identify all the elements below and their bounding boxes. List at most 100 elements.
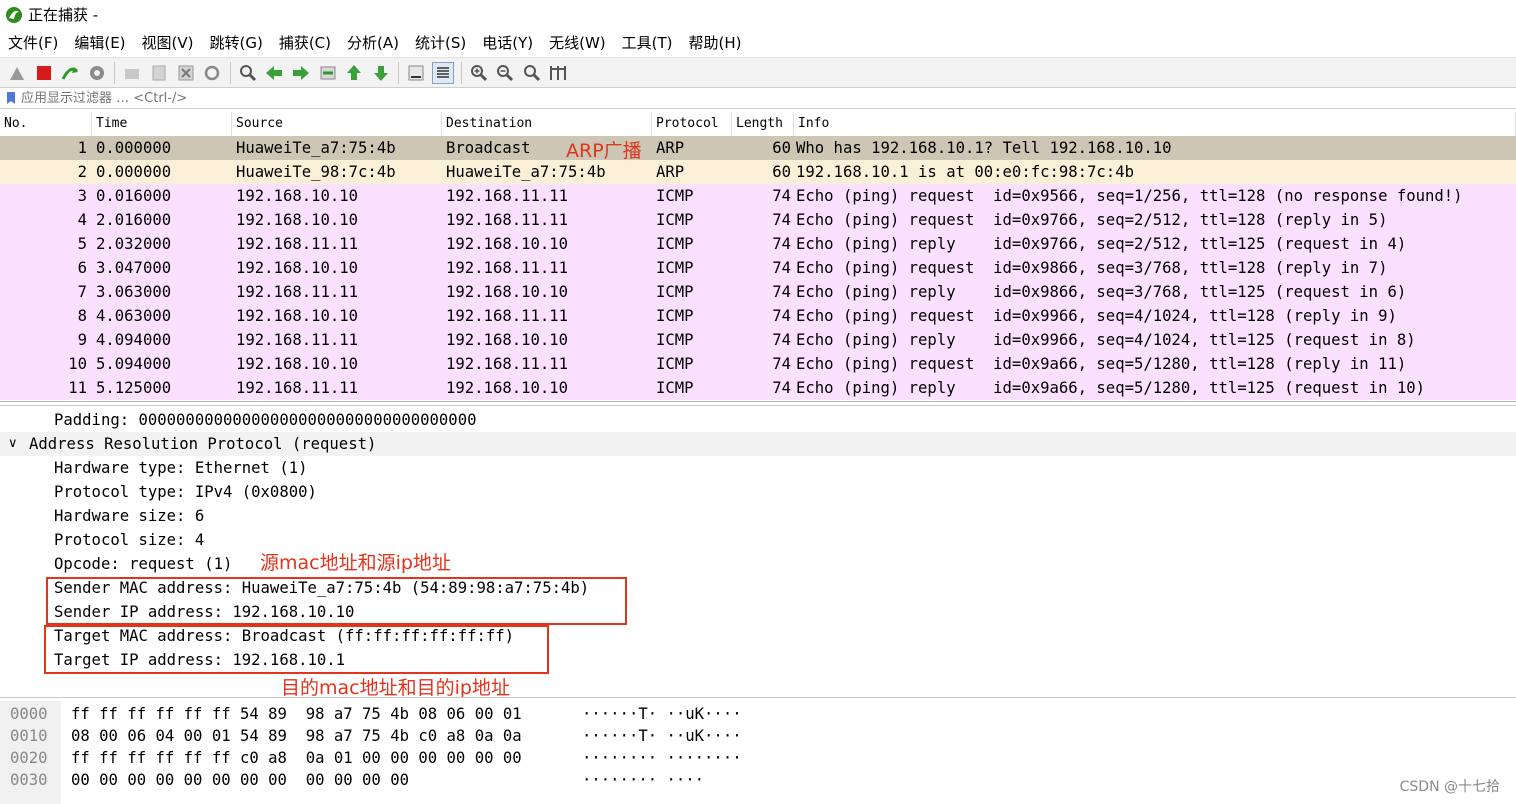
packet-row[interactable]: 2 0.000000 HuaweiTe_98:7c:4b HuaweiTe_a7:75… <box>0 160 1516 184</box>
save-button[interactable] <box>148 62 170 84</box>
packet-time: 5.125000 <box>96 379 172 397</box>
destination-annotation: 目的mac地址和目的ip地址 <box>281 677 510 698</box>
toolbar-separator <box>229 61 231 84</box>
detail-field[interactable]: Protocol size: 4 <box>0 528 1516 552</box>
packet-src: 192.168.11.11 <box>236 331 359 349</box>
packet-row[interactable]: 3 0.016000 192.168.10.10 192.168.11.11 ICMP 7… <box>0 184 1516 208</box>
menu-item-8[interactable]: 无线(W) <box>541 29 614 57</box>
menu-item-1[interactable]: 编辑(E) <box>66 29 133 57</box>
packet-info: Echo (ping) reply id=0x9866, seq=3/768, … <box>796 283 1407 301</box>
zoom-normal-icon <box>523 64 540 81</box>
column-header-destination[interactable]: Destination <box>442 112 652 136</box>
packet-time: 2.032000 <box>96 235 172 253</box>
packet-row[interactable]: 7 3.063000 192.168.11.11 192.168.10.10 ICMP 7… <box>0 280 1516 304</box>
column-header-length[interactable]: Length <box>732 112 794 136</box>
detail-tree-arp[interactable]: ∨ Address Resolution Protocol (request) <box>0 432 1516 456</box>
column-header-no[interactable]: No. <box>0 112 92 136</box>
packet-len: 74 <box>772 283 791 301</box>
packet-row[interactable]: 1 0.000000 HuaweiTe_a7:75:4b Broadcast ARP 60… <box>0 136 1516 160</box>
packet-proto: ICMP <box>656 307 694 325</box>
menu-item-6[interactable]: 统计(S) <box>407 29 474 57</box>
packet-info: Echo (ping) reply id=0x9a66, seq=5/1280,… <box>796 379 1426 397</box>
packet-row[interactable]: 9 4.094000 192.168.11.11 192.168.10.10 ICMP 7… <box>0 328 1516 352</box>
menu-item-9[interactable]: 工具(T) <box>614 29 681 57</box>
find-button[interactable] <box>237 62 259 84</box>
menu-item-5[interactable]: 分析(A) <box>339 29 407 57</box>
packet-row[interactable]: 11 5.125000 192.168.11.11 192.168.10.10 ICMP… <box>0 376 1516 400</box>
restart-button[interactable] <box>59 62 81 84</box>
column-header-time[interactable]: Time <box>92 112 232 136</box>
hex-bytes: ff ff ff ff ff ff 54 89 98 a7 75 4b 08 0… <box>71 705 522 723</box>
watermark: CSDN @十七拾 <box>1399 779 1500 795</box>
forward-button[interactable] <box>290 62 312 84</box>
hex-row[interactable]: 0010 08 00 06 04 00 01 54 89 98 a7 75 4b … <box>0 725 1516 747</box>
packet-len: 74 <box>772 211 791 229</box>
hex-bytes: 00 00 00 00 00 00 00 00 00 00 00 00 <box>71 771 409 789</box>
close-button[interactable] <box>175 62 197 84</box>
zoom-out-button[interactable] <box>494 62 516 84</box>
hex-offset: 0030 <box>10 771 48 789</box>
packet-row[interactable]: 6 3.047000 192.168.10.10 192.168.11.11 ICMP 7… <box>0 256 1516 280</box>
detail-field[interactable]: Protocol type: IPv4 (0x0800) <box>0 480 1516 504</box>
packet-info: Echo (ping) reply id=0x9966, seq=4/1024,… <box>796 331 1416 349</box>
hex-bytes: ff ff ff ff ff ff c0 a8 0a 01 00 00 00 0… <box>71 749 522 767</box>
bookmark-icon[interactable] <box>5 91 17 105</box>
zoom-in-button[interactable] <box>468 62 490 84</box>
column-header-info[interactable]: Info <box>794 112 1516 136</box>
packet-row[interactable]: 10 5.094000 192.168.10.10 192.168.11.11 ICMP… <box>0 352 1516 376</box>
hex-row[interactable]: 0030 00 00 00 00 00 00 00 00 00 00 00 00 ·… <box>0 769 1516 791</box>
menu-item-4[interactable]: 捕获(C) <box>271 29 339 57</box>
fin-button[interactable] <box>6 62 28 84</box>
goto-button[interactable] <box>317 62 339 84</box>
packet-no: 1 <box>77 139 87 157</box>
packet-row[interactable]: 8 4.063000 192.168.10.10 192.168.11.11 ICMP 7… <box>0 304 1516 328</box>
hex-ascii: ······T· ··uK···· <box>582 727 742 745</box>
packet-dst: 192.168.10.10 <box>446 379 569 397</box>
hex-ascii: ······T· ··uK···· <box>582 705 742 723</box>
detail-field[interactable]: Hardware type: Ethernet (1) <box>0 456 1516 480</box>
menu-item-3[interactable]: 跳转(G) <box>202 29 271 57</box>
source-annotation: 源mac地址和源ip地址 <box>260 552 451 574</box>
packet-info: Echo (ping) request id=0x9566, seq=1/256… <box>796 187 1463 205</box>
first-button[interactable] <box>343 62 365 84</box>
last-button[interactable] <box>370 62 392 84</box>
packet-dst: 192.168.11.11 <box>446 259 569 277</box>
colorize-button[interactable] <box>431 61 454 84</box>
detail-field[interactable]: Padding: 0000000000000000000000000000000… <box>0 408 1516 432</box>
packet-len: 74 <box>772 355 791 373</box>
detail-field[interactable]: Opcode: request (1) <box>0 552 1516 576</box>
packet-len: 60 <box>772 139 791 157</box>
expand-chevron-icon[interactable]: ∨ <box>8 432 18 456</box>
zoom-in-icon <box>470 64 487 81</box>
packet-dst: 192.168.11.11 <box>446 307 569 325</box>
menu-item-2[interactable]: 视图(V) <box>134 29 202 57</box>
menu-item-10[interactable]: 帮助(H) <box>681 29 750 57</box>
resize-columns-button[interactable] <box>547 62 569 84</box>
hex-row[interactable]: 0000 ff ff ff ff ff ff 54 89 98 a7 75 4b … <box>0 703 1516 725</box>
reload-button[interactable] <box>201 62 223 84</box>
menu-item-7[interactable]: 电话(Y) <box>474 29 541 57</box>
hex-ascii: ········ ···· <box>582 771 705 789</box>
packet-dst: 192.168.11.11 <box>446 355 569 373</box>
detail-field[interactable]: Hardware size: 6 <box>0 504 1516 528</box>
open-button[interactable] <box>121 62 143 84</box>
hex-row[interactable]: 0020 ff ff ff ff ff ff c0 a8 0a 01 00 00 … <box>0 747 1516 769</box>
packet-info: Who has 192.168.10.1? Tell 192.168.10.10 <box>796 139 1172 157</box>
display-filter-input[interactable] <box>17 90 1505 106</box>
packet-row[interactable]: 4 2.016000 192.168.10.10 192.168.11.11 ICMP 7… <box>0 208 1516 232</box>
zoom-normal-button[interactable] <box>521 62 543 84</box>
options-button[interactable] <box>86 62 108 84</box>
sender-highlight-box <box>46 577 627 625</box>
column-header-source[interactable]: Source <box>232 112 442 136</box>
column-header-protocol[interactable]: Protocol <box>652 112 732 136</box>
menu-item-0[interactable]: 文件(F) <box>0 29 66 57</box>
packet-info: Echo (ping) request id=0x9966, seq=4/102… <box>796 307 1397 325</box>
packet-row[interactable]: 5 2.032000 192.168.11.11 192.168.10.10 ICMP 7… <box>0 232 1516 256</box>
main-toolbar <box>0 57 1516 87</box>
autoscroll-button[interactable] <box>405 62 427 84</box>
back-button[interactable] <box>263 62 285 84</box>
packet-proto: ICMP <box>656 211 694 229</box>
stop-button[interactable] <box>33 62 55 84</box>
packet-time: 3.047000 <box>96 259 172 277</box>
detail-text: Padding: 0000000000000000000000000000000… <box>54 411 477 429</box>
